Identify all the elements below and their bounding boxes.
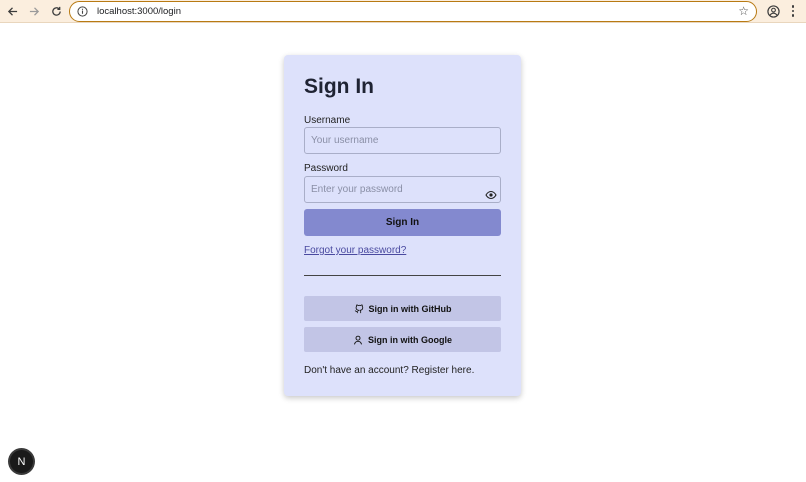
login-card: Sign In Username Password Sign In Forgot…	[284, 55, 521, 396]
dev-indicator-label: N	[17, 455, 26, 468]
forgot-password-link[interactable]: Forgot your password?	[304, 245, 406, 256]
bookmark-star-icon[interactable]: ☆	[738, 4, 749, 18]
password-label: Password	[304, 163, 348, 174]
show-password-eye-icon[interactable]	[485, 187, 497, 200]
username-input[interactable]	[304, 127, 501, 154]
divider	[304, 275, 501, 276]
nextjs-dev-indicator-icon[interactable]: N	[10, 450, 33, 473]
address-bar[interactable]: localhost:3000/login ☆	[69, 1, 757, 22]
github-button-label: Sign in with GitHub	[368, 303, 452, 314]
url-text: localhost:3000/login	[97, 6, 181, 17]
user-icon	[353, 335, 363, 345]
site-info-icon[interactable]	[75, 5, 89, 19]
google-button-label: Sign in with Google	[368, 334, 452, 345]
username-label: Username	[304, 115, 351, 126]
browser-toolbar: localhost:3000/login ☆	[0, 0, 806, 23]
page-title: Sign In	[304, 75, 374, 98]
reload-icon[interactable]	[46, 1, 66, 21]
sign-in-button[interactable]: Sign In	[304, 209, 501, 236]
register-prompt[interactable]: Don't have an account? Register here.	[304, 365, 474, 376]
password-input[interactable]	[304, 176, 501, 203]
forward-arrow-icon[interactable]	[24, 1, 44, 21]
back-arrow-icon[interactable]	[2, 1, 22, 21]
github-icon	[354, 304, 364, 314]
google-sign-in-button[interactable]: Sign in with Google	[304, 327, 501, 352]
more-menu-icon[interactable]	[787, 3, 799, 19]
github-sign-in-button[interactable]: Sign in with GitHub	[304, 296, 501, 321]
profile-icon[interactable]	[765, 3, 781, 19]
